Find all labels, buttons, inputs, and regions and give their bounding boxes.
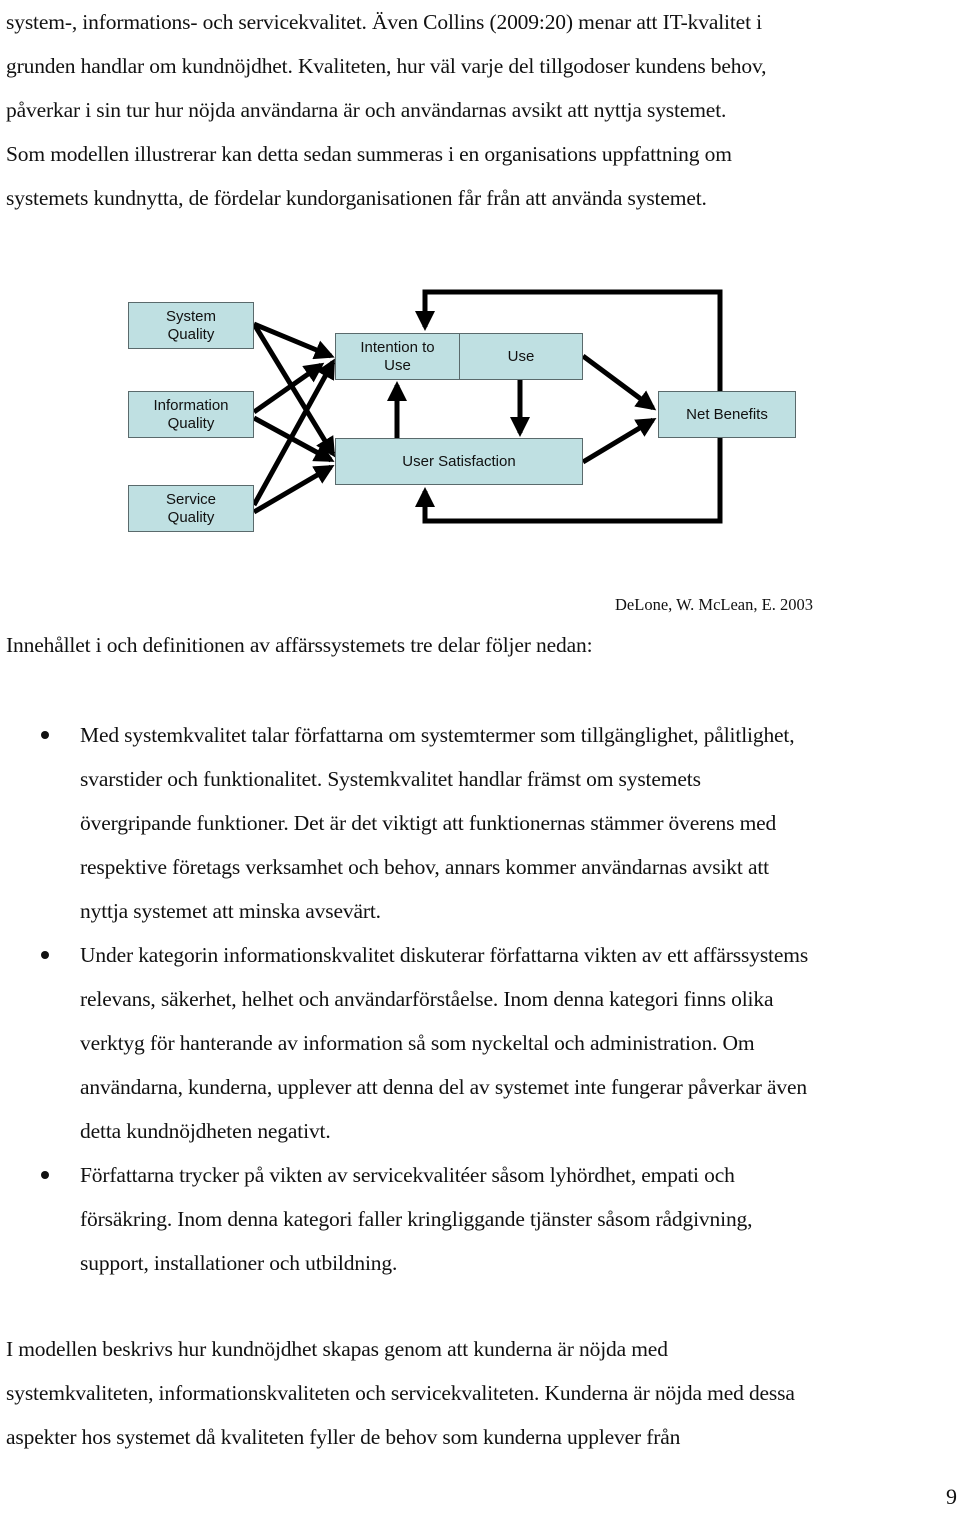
text-line: användarna, kunderna, upplever att denna… [80,1075,808,1099]
node-system-quality: System Quality [128,302,254,349]
bullet-item-system-quality: Med systemkvalitet talar författarna om … [0,713,960,933]
text-line: påverkar i sin tur hur nöjda användarna … [6,98,727,122]
node-use: Use [459,333,583,380]
arrow-service-to-intention [251,358,336,507]
bullet-list: Med systemkvalitet talar författarna om … [0,713,960,1285]
page-number: 9 [946,1484,957,1509]
text-line: respektive företags verksamhet och behov… [80,855,769,879]
text-line: Med systemkvalitet talar författarna om … [80,723,795,747]
text-line: Författarna trycker på vikten av service… [80,1163,735,1187]
node-net-benefits: Net Benefits [658,391,796,438]
text-line: verktyg för hanterande av information så… [80,1031,755,1055]
text-line: aspekter hos systemet då kvaliteten fyll… [6,1425,681,1449]
text-line: systemkvaliteten, informationskvaliteten… [6,1381,795,1405]
node-label: Net Benefits [686,405,768,423]
arrow-system-to-intention [253,321,335,360]
bullet-icon [41,951,49,959]
text-line: övergripande funktioner. Det är det vikt… [80,811,777,835]
text-line: Under kategorin informationskvalitet dis… [80,943,809,967]
arrow-information-to-satisfaction [252,415,335,463]
text-line: försäkring. Inom denna kategori faller k… [80,1207,753,1231]
text-line: relevans, säkerhet, helhet och användarf… [80,987,774,1011]
text-line: systemets kundnytta, de fördelar kundorg… [6,186,707,210]
arrow-service-to-satisfaction [252,464,335,515]
bullet-item-service-quality: Författarna trycker på vikten av service… [0,1153,960,1285]
paragraph-top: system-, informations- och servicekvalit… [6,0,956,220]
node-label: Information Quality [153,396,229,432]
text-line: system-, informations- och servicekvalit… [6,10,762,34]
bullet-icon [41,1171,49,1179]
node-intention-to-use: Intention to Use [335,333,460,380]
node-label: Intention to Use [360,338,435,374]
text-line: support, installationer och utbildning. [80,1251,398,1275]
node-information-quality: Information Quality [128,391,254,438]
arrow-use-to-net-benefits [581,353,657,411]
text-line: svarstider och funktionalitet. Systemkva… [80,767,701,791]
arrow-information-to-intention [252,362,325,415]
arrow-satisfaction-to-net-benefits [581,417,657,465]
bullet-item-information-quality: Under kategorin informationskvalitet dis… [0,933,960,1153]
node-label: Service Quality [165,490,217,526]
text-line: Som modellen illustrerar kan detta sedan… [6,142,732,166]
text-line: detta kundnöjdheten negativt. [80,1119,331,1143]
node-service-quality: Service Quality [128,485,254,532]
arrow-system-to-satisfaction [251,322,336,458]
bullet-icon [41,731,49,739]
paragraph-intro: Innehållet i och definitionen av affärss… [6,623,956,667]
node-label: Use [507,347,535,365]
paragraph-bottom: I modellen beskrivs hur kundnöjdhet skap… [6,1327,956,1459]
text-line: Innehållet i och definitionen av affärss… [6,633,593,657]
figure-caption: DeLone, W. McLean, E. 2003 [615,595,813,614]
text-line: grunden handlar om kundnöjdhet. Kvalitet… [6,54,767,78]
node-label: System Quality [165,307,216,343]
text-line: nyttja systemet att minska avsevärt. [80,899,381,923]
node-user-satisfaction: User Satisfaction [335,438,583,485]
text-line: I modellen beskrivs hur kundnöjdhet skap… [6,1337,668,1361]
node-label: User Satisfaction [402,452,516,470]
